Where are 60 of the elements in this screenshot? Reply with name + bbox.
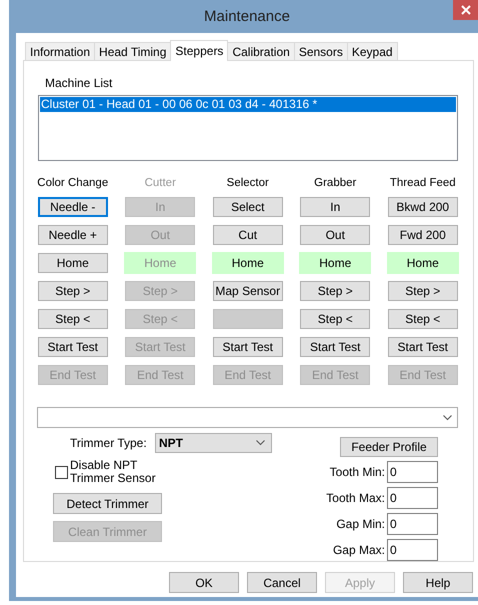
feeder-profile-button[interactable]: Feeder Profile bbox=[340, 437, 438, 457]
stepper-button[interactable]: Select bbox=[212, 197, 283, 218]
stepper-button[interactable]: Step > bbox=[300, 281, 370, 302]
column-heading: Grabber bbox=[314, 176, 356, 190]
stepper-button[interactable]: Fwd 200 bbox=[388, 225, 458, 246]
stepper-button[interactable]: Start Test bbox=[388, 337, 458, 358]
machine-list-label: Machine List bbox=[45, 76, 114, 90]
stepper-button[interactable]: Step > bbox=[388, 281, 458, 302]
stepper-button[interactable]: Start Test bbox=[212, 337, 283, 358]
close-button[interactable] bbox=[453, 0, 478, 20]
dialog-button[interactable]: OK bbox=[169, 572, 239, 593]
stepper-button[interactable]: Home bbox=[299, 252, 372, 274]
close-icon bbox=[460, 5, 470, 15]
window-title: Maintenance bbox=[204, 8, 290, 25]
stepper-button[interactable]: Step < bbox=[300, 309, 370, 330]
tab[interactable]: Head Timing bbox=[94, 42, 172, 60]
machine-list[interactable]: Cluster 01 - Head 01 - 00 06 0c 01 03 d4 - 401316 * bbox=[38, 95, 458, 162]
trimmer-type-label: Trimmer Type: bbox=[70, 436, 148, 450]
stepper-button[interactable]: Home bbox=[38, 253, 108, 274]
dropdown-field[interactable] bbox=[37, 407, 458, 428]
chevron-down-icon bbox=[256, 440, 265, 446]
stepper-button[interactable]: Home bbox=[212, 252, 284, 274]
column-heading: Thread Feed bbox=[390, 176, 456, 190]
field-label: Tooth Min: bbox=[330, 465, 385, 479]
stepper-button[interactable]: Out bbox=[300, 225, 370, 246]
stepper-button[interactable]: Cut bbox=[212, 225, 283, 246]
stepper-button[interactable]: Start Test bbox=[38, 337, 108, 358]
stepper-button[interactable]: Step < bbox=[38, 309, 108, 330]
trimmer-type-dropdown[interactable]: NPT bbox=[155, 433, 272, 453]
field-label: Gap Max: bbox=[332, 543, 385, 557]
input-field[interactable]: 0 bbox=[387, 513, 438, 535]
stepper-button[interactable]: Needle - bbox=[38, 197, 108, 218]
input-field[interactable]: 0 bbox=[387, 539, 438, 561]
input-field[interactable]: 0 bbox=[387, 487, 438, 509]
stepper-button[interactable]: Start Test bbox=[300, 337, 370, 358]
tab[interactable]: Steppers bbox=[170, 40, 228, 61]
stepper-button[interactable]: Step > bbox=[38, 281, 108, 302]
checkbox[interactable] bbox=[55, 466, 68, 478]
stepper-button[interactable]: Step < bbox=[388, 309, 458, 330]
checkbox-label: Disable NPT Trimmer Sensor bbox=[70, 459, 157, 485]
tab[interactable]: Calibration bbox=[227, 42, 295, 60]
dialog-button[interactable]: Help bbox=[403, 572, 473, 593]
chevron-down-icon bbox=[443, 414, 452, 421]
stepper-button[interactable]: Needle + bbox=[38, 225, 108, 246]
field-label: Tooth Max: bbox=[326, 491, 385, 505]
tab[interactable]: Keypad bbox=[346, 42, 398, 60]
stepper-button[interactable]: Map Sensor bbox=[212, 281, 283, 302]
tab[interactable]: Sensors bbox=[294, 42, 348, 60]
stepper-button[interactable]: Bkwd 200 bbox=[388, 197, 458, 218]
column-heading: Color Change bbox=[37, 176, 108, 190]
stepper-button[interactable]: In bbox=[300, 197, 370, 218]
list-item[interactable]: Cluster 01 - Head 01 - 00 06 0c 01 03 d4 - 401316 * bbox=[40, 97, 456, 112]
tab[interactable]: Information bbox=[25, 42, 96, 60]
trimmer-button[interactable]: Detect Trimmer bbox=[53, 493, 162, 514]
column-heading: Selector bbox=[226, 176, 269, 190]
column-heading: Cutter bbox=[144, 176, 176, 190]
stepper-button[interactable]: Home bbox=[386, 252, 459, 274]
dialog-button[interactable]: Cancel bbox=[247, 572, 317, 593]
input-field[interactable]: 0 bbox=[387, 461, 438, 483]
field-label: Gap Min: bbox=[336, 517, 385, 531]
